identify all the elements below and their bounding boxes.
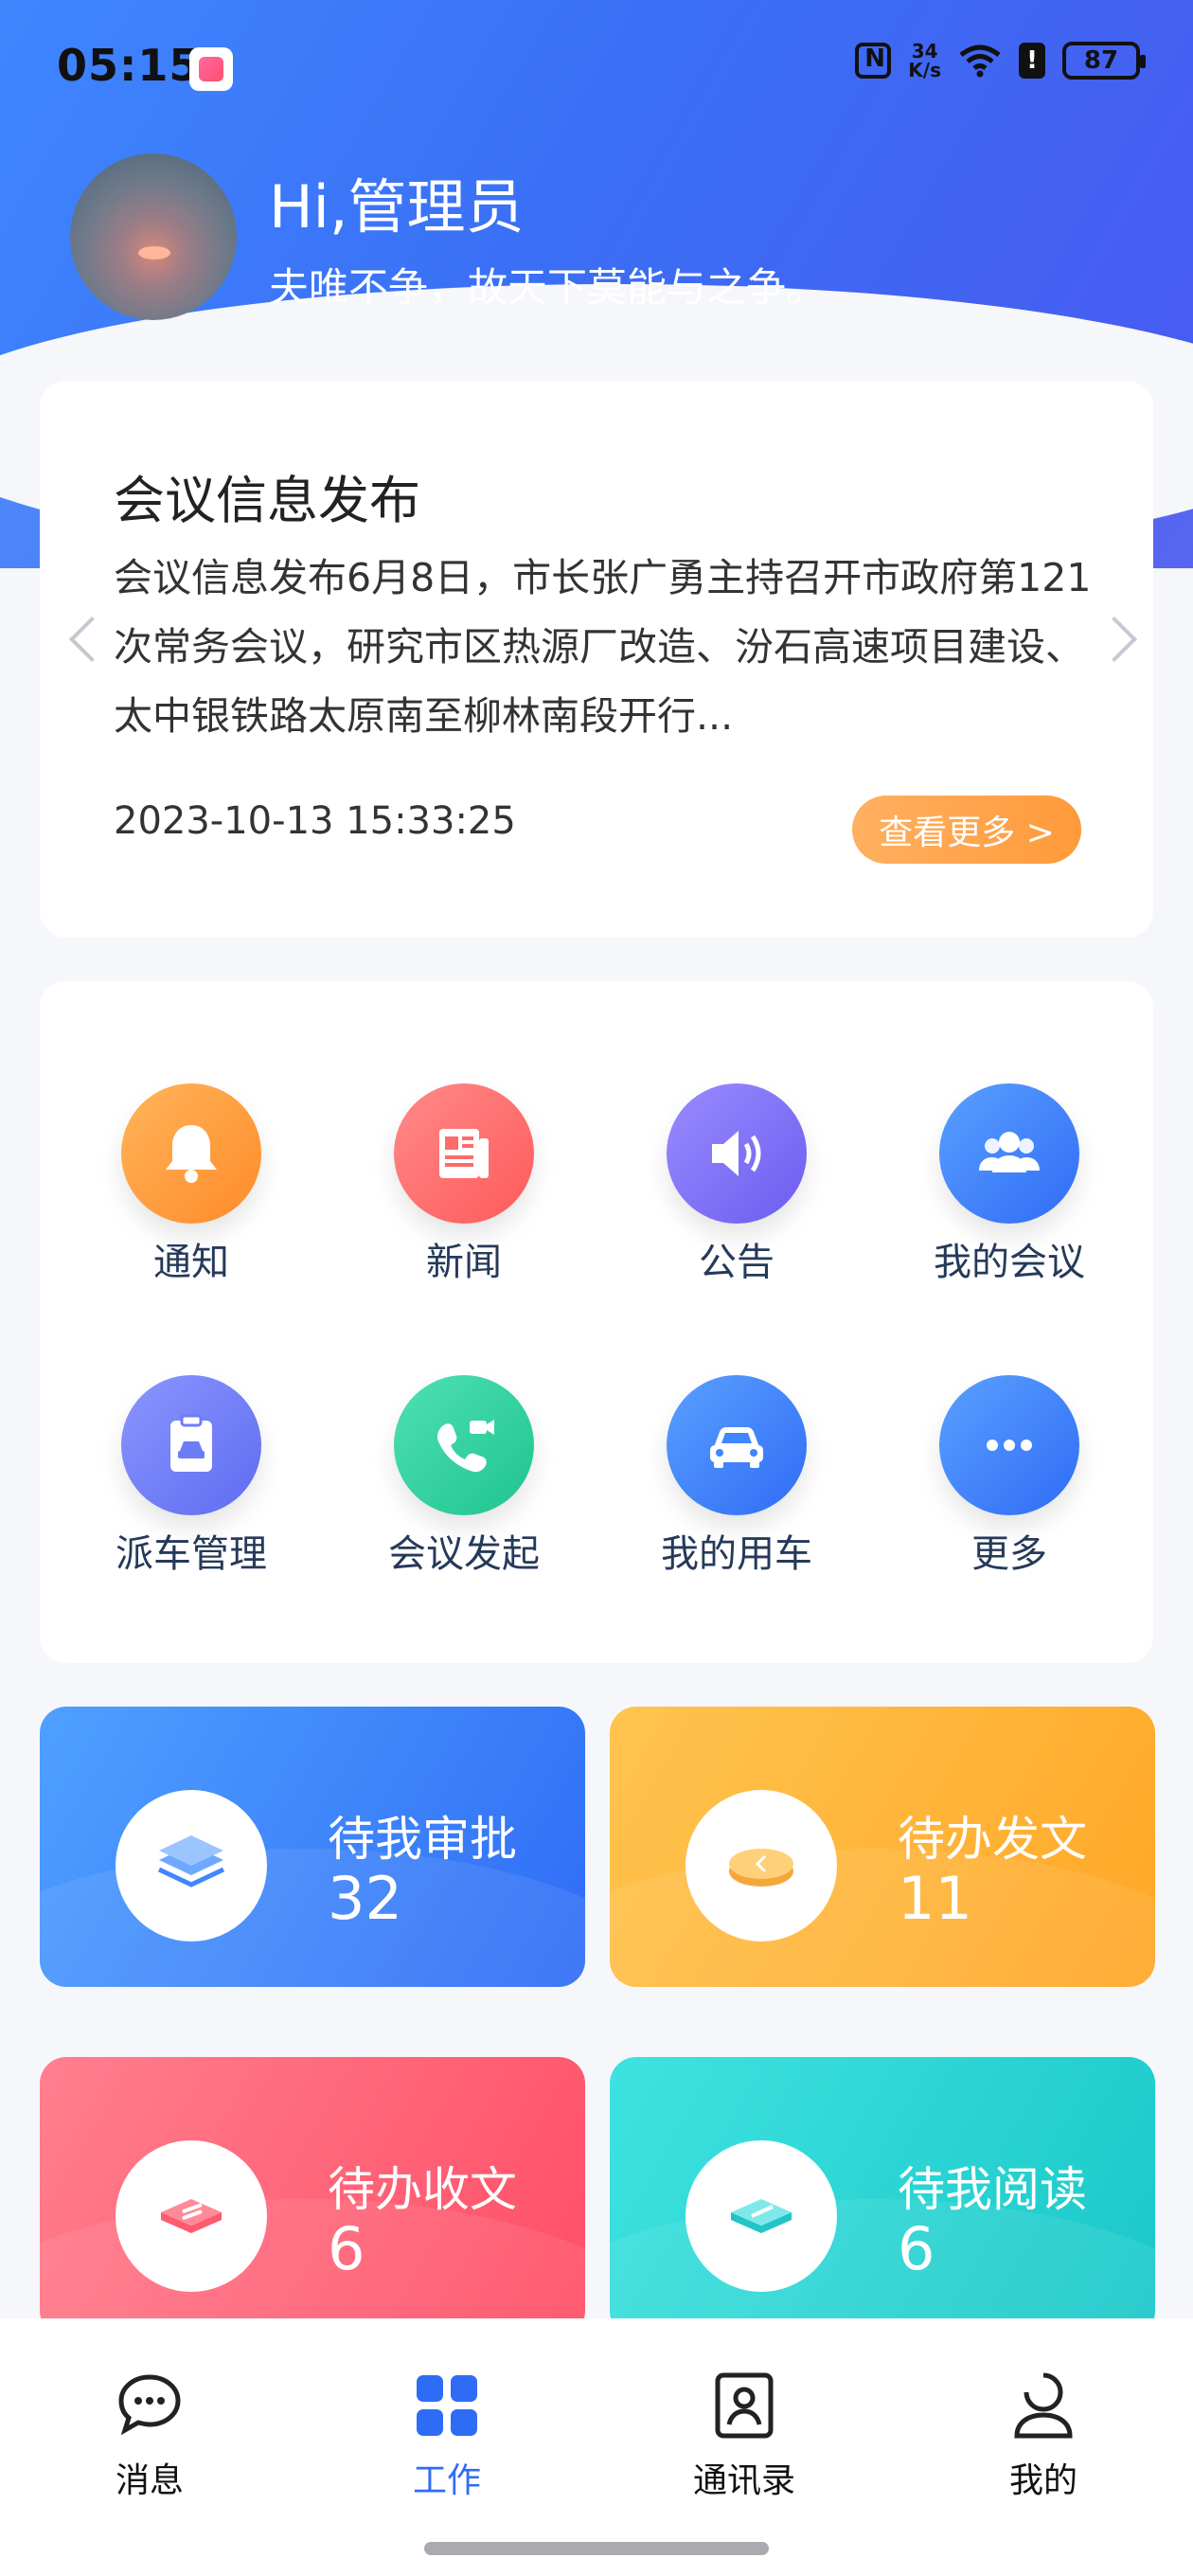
grid-icon [417,2375,477,2436]
nav-label: 消息 [115,2461,184,2500]
avatar[interactable] [70,153,237,320]
video-call-icon [394,1375,534,1515]
menu-label: 我的会议 [934,1241,1085,1284]
notice-title: 会议信息发布 [114,471,420,530]
menu-label: 会议发起 [388,1532,540,1576]
notice-card[interactable]: 会议信息发布 会议信息发布6月8日，市长张广勇主持召开市政府第121次常务会议，… [40,381,1153,938]
tile-pending-read[interactable]: 待我阅读 6 [610,2057,1155,2337]
inbox-icon [116,2140,267,2292]
menu-item-my-car[interactable]: 我的用车 [614,1375,860,1578]
menu-label: 更多 [971,1532,1047,1576]
tile-pending-approval[interactable]: 待我审批 32 [40,1707,585,1987]
car-icon [667,1375,807,1515]
network-speed-value: 34 [911,40,938,63]
nav-tab-messages[interactable]: 消息 [45,2368,254,2502]
nav-label: 工作 [412,2461,481,2500]
person-icon [1014,2372,1073,2439]
tile-count: 11 [898,1864,972,1933]
quick-menu: 通知 新闻 公告 我的会议 派车管理 会议发起 我的用车 更多 [40,981,1153,1663]
notice-body: 会议信息发布6月8日，市长张广勇主持召开市政府第121次常务会议，研究市区热源厂… [114,555,1092,739]
tile-title: 待我审批 [328,1812,517,1867]
network-speed-unit: K/s [908,59,941,81]
wifi-icon [959,45,1001,78]
greeting-block: Hi,管理员 夫唯不争，故天下莫能与之争。 [269,159,826,313]
chat-icon [118,2374,181,2436]
menu-item-my-meetings[interactable]: 我的会议 [886,1083,1132,1286]
menu-item-start-meeting[interactable]: 会议发起 [341,1375,587,1578]
tile-title: 待我阅读 [898,2162,1087,2217]
menu-label: 新闻 [426,1241,502,1284]
network-speed: 34 K/s [908,42,941,80]
screen: { "status_bar": {"time": "05:15", "net_s… [0,0,1193,2576]
tile-title: 待办收文 [328,2162,517,2217]
tile-count: 32 [328,1864,402,1933]
nav-label: 通讯录 [692,2461,795,2500]
car-clipboard-icon [121,1375,261,1515]
menu-item-notice[interactable]: 通知 [68,1083,314,1286]
more-dots-icon [939,1375,1079,1515]
tile-count: 6 [898,2214,935,2283]
status-time: 05:15 [57,40,201,91]
menu-label: 公告 [699,1241,775,1284]
alert-icon: ! [1019,43,1045,79]
status-bar: 05:15 34 K/s ! 87 [0,0,1193,133]
nfc-icon [855,43,892,79]
menu-label: 通知 [153,1241,229,1284]
greeting-text: Hi,管理员 [269,172,525,242]
newspaper-icon [394,1083,534,1224]
tile-pending-dispatch[interactable]: 待办发文 11 [610,1707,1155,1987]
speaker-icon [667,1083,807,1224]
menu-item-announcement[interactable]: 公告 [614,1083,860,1286]
nav-tab-me[interactable]: 我的 [939,2368,1148,2502]
battery-level: 87 [1083,46,1119,75]
group-icon [939,1083,1079,1224]
motto-text: 夫唯不争，故天下莫能与之争。 [269,264,827,311]
contacts-icon [715,2372,774,2439]
nav-label: 我的 [1008,2461,1077,2500]
menu-item-more[interactable]: 更多 [886,1375,1132,1578]
tile-title: 待办发文 [898,1812,1087,1867]
battery-icon: 87 [1062,42,1146,80]
menu-item-news[interactable]: 新闻 [341,1083,587,1286]
app-notification-icon [189,47,233,91]
menu-label: 我的用车 [661,1532,812,1576]
tile-count: 6 [328,2214,365,2283]
menu-label: 派车管理 [116,1532,267,1576]
bell-icon [121,1083,261,1224]
nav-tab-work[interactable]: 工作 [343,2368,551,2502]
view-more-button[interactable]: 查看更多 > [852,796,1081,864]
nav-tab-contacts[interactable]: 通讯录 [640,2368,848,2502]
read-icon [686,2140,837,2292]
bottom-nav: 消息 工作 通讯录 我的 [0,2318,1193,2576]
coin-icon [686,1790,837,1941]
home-indicator[interactable] [424,2542,769,2555]
layers-icon [116,1790,267,1941]
tile-pending-receipt[interactable]: 待办收文 6 [40,2057,585,2337]
menu-item-dispatch[interactable]: 派车管理 [68,1375,314,1578]
notice-datetime: 2023-10-13 15:33:25 [114,799,516,843]
